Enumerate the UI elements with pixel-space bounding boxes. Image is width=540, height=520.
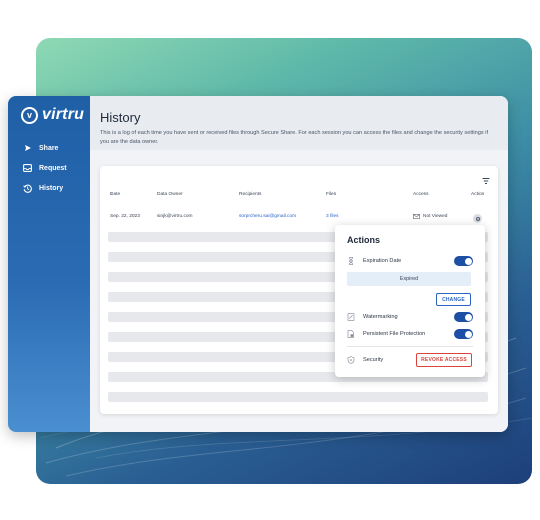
- persistent-file-protection-label: Persistent File Protection: [363, 331, 426, 337]
- watermarking-row: Watermarking: [347, 311, 473, 323]
- actions-title: Actions: [347, 235, 381, 245]
- file-lock-icon: [347, 330, 355, 338]
- persistent-file-protection-toggle[interactable]: [454, 329, 473, 339]
- filter-icon[interactable]: [482, 172, 490, 184]
- persistent-file-protection-row: Persistent File Protection: [347, 328, 473, 340]
- shield-icon: [347, 356, 355, 364]
- column-header-action: Action: [471, 192, 485, 197]
- cell-access-status: Not Viewed: [423, 214, 448, 219]
- page-title: History: [100, 110, 141, 125]
- sidebar-item-share[interactable]: Share: [8, 138, 90, 158]
- table-header: Date ↓ Data Owner Recipients Files Acces…: [100, 192, 498, 202]
- logo-text: virtru: [42, 106, 85, 123]
- change-button[interactable]: CHANGE: [436, 293, 471, 306]
- inbox-icon: [22, 163, 33, 174]
- expiration-status: Expired: [347, 272, 471, 286]
- virtru-logo[interactable]: v virtru: [8, 106, 90, 124]
- cell-owner: sinjk@virtru.com: [157, 214, 193, 219]
- placeholder-row: [108, 392, 488, 402]
- column-header-recipients: Recipients: [239, 192, 262, 197]
- sidebar-item-label: History: [39, 184, 64, 192]
- revoke-access-button[interactable]: REVOKE ACCESS: [416, 353, 472, 367]
- expiration-date-row: Expiration Date: [347, 255, 473, 267]
- send-icon: [22, 143, 33, 154]
- column-header-files: Files: [326, 192, 337, 197]
- page-description: This is a log of each time you have sent…: [100, 130, 489, 145]
- logo-mark: v: [21, 106, 38, 124]
- page-header: History This is a log of each time you h…: [90, 96, 508, 150]
- sidebar-item-label: Request: [39, 164, 67, 172]
- watermark-icon: [347, 313, 355, 321]
- divider: [347, 346, 473, 347]
- gear-icon[interactable]: [473, 214, 482, 223]
- sidebar-item-label: Share: [39, 144, 59, 152]
- app-window: v virtru Share Request History History T…: [8, 96, 508, 432]
- column-header-date[interactable]: Date ↓: [110, 192, 120, 197]
- column-header-access: Access: [413, 192, 429, 197]
- table-row[interactable]: Sep. 22, 2023 sinjk@virtru.com sorprcher…: [100, 214, 498, 224]
- mail-icon: [413, 214, 420, 221]
- cell-date: Sep. 22, 2023: [110, 214, 140, 219]
- watermarking-toggle[interactable]: [454, 312, 473, 322]
- main-content: History This is a log of each time you h…: [90, 96, 508, 432]
- history-icon: [22, 183, 33, 194]
- actions-panel: Actions Expiration Date Expired CHANGE W…: [335, 225, 485, 377]
- sidebar-item-request[interactable]: Request: [8, 158, 90, 178]
- cell-files-link[interactable]: 3 files: [326, 214, 339, 219]
- hourglass-icon: [347, 257, 355, 265]
- column-header-owner: Data Owner: [157, 192, 183, 197]
- cell-recipients-link[interactable]: sorprcheru.sai@gmail.com: [239, 214, 296, 219]
- sidebar-item-history[interactable]: History: [8, 178, 90, 198]
- security-label: Security: [363, 357, 384, 363]
- sidebar: v virtru Share Request History: [8, 96, 90, 432]
- expiration-date-toggle[interactable]: [454, 256, 473, 266]
- expiration-date-label: Expiration Date: [363, 258, 402, 264]
- watermarking-label: Watermarking: [363, 314, 398, 320]
